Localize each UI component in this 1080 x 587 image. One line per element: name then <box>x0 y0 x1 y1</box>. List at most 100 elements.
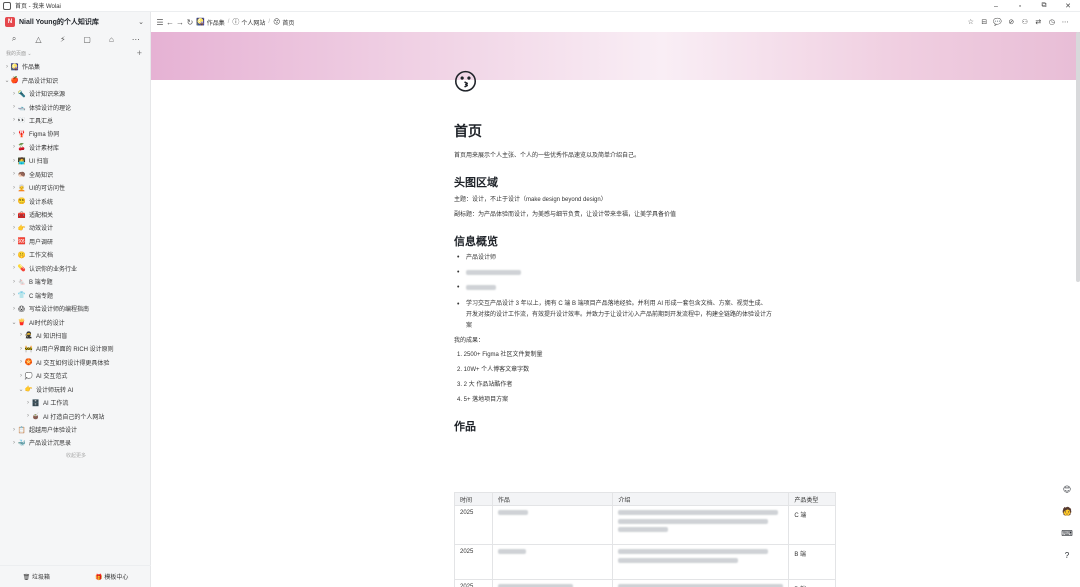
minimize-button[interactable]: – <box>984 0 1008 12</box>
menu-icon[interactable]: ☰ <box>156 18 164 27</box>
outline-icon[interactable]: ⊟ <box>978 16 992 28</box>
snap-button[interactable]: ⧉ <box>1032 0 1056 12</box>
list-item[interactable]: 2. 10W+ 个人博客文章字数 <box>454 366 839 374</box>
list-item[interactable]: 3. 2 大 作品站酷作者 <box>454 381 839 389</box>
table-cell[interactable]: 2025 <box>454 505 493 545</box>
collaborate-icon[interactable]: ⇄ <box>1032 16 1046 28</box>
table-cell[interactable] <box>491 544 614 580</box>
forward-icon[interactable]: → <box>176 18 184 27</box>
lightning-icon[interactable]: ⚡ <box>57 33 69 45</box>
comment-icon[interactable]: 💬 <box>991 16 1005 28</box>
table-row[interactable]: 2025 B 端 <box>454 544 836 580</box>
sidebar-item[interactable]: › 🧑‍🦳 UI的可访问性 <box>0 181 150 194</box>
list-item[interactable]: 4. 5+ 落地项目方案 <box>454 396 839 404</box>
sidebar-item[interactable]: › 🛥️ 体验设计的理论 <box>0 100 150 113</box>
close-button[interactable]: ✕ <box>1056 0 1080 12</box>
sidebar-item[interactable]: › 🐁 B 端专题 <box>0 275 150 288</box>
focus-icon[interactable]: ⊘ <box>1005 16 1019 28</box>
table-row[interactable]: 2025 C 端 <box>454 505 836 545</box>
sidebar-item[interactable]: › 🍒 设计素材库 <box>0 141 150 154</box>
sidebar-item[interactable]: › 💊 认识你的业务行业 <box>0 262 150 275</box>
table-cell[interactable]: B 端 <box>788 544 836 580</box>
history-icon[interactable]: ◷ <box>1045 16 1059 28</box>
sidebar-item[interactable]: › 🗄️ AI 工作流 <box>0 396 150 409</box>
sidebar-item[interactable]: › 🧑‍💻 UI 扫盲 <box>0 154 150 167</box>
sidebar-item[interactable]: › 👕 C 端专题 <box>0 288 150 301</box>
sidebar-item[interactable]: › 🧰 适配相关 <box>0 208 150 221</box>
sidebar-item[interactable]: › 🤫 工作文档 <box>0 248 150 261</box>
list-item[interactable] <box>454 269 839 277</box>
avatar[interactable]: 🧑 <box>1061 505 1073 517</box>
collapse-more-link[interactable]: 收起更多 <box>0 450 150 462</box>
assistant-icon[interactable]: 😊 <box>1061 483 1073 495</box>
sidebar-item[interactable]: › 🆘 用户调研 <box>0 235 150 248</box>
list-item[interactable] <box>454 284 839 292</box>
table-cell[interactable]: 2025 <box>454 544 493 580</box>
sidebar-item[interactable]: › 👉 动效设计 <box>0 221 150 234</box>
table-cell[interactable] <box>491 579 614 587</box>
template-center-button[interactable]: 🎁 模板中心 <box>95 572 128 581</box>
sidebar-item[interactable]: › 📋 超越用户体验设计 <box>0 423 150 436</box>
column-header[interactable]: 介绍 <box>612 492 790 506</box>
section-heading[interactable]: 作品 <box>454 420 839 434</box>
chevron-down-icon[interactable]: ⌄ <box>138 18 144 26</box>
breadcrumb-item[interactable]: 首页 <box>282 18 294 27</box>
sidebar-item[interactable]: › 🏵️ AI 交互如何设计得更具体验 <box>0 356 150 369</box>
back-icon[interactable]: ← <box>166 18 174 27</box>
table-cell[interactable] <box>612 544 790 580</box>
sidebar-item[interactable]: › 👀 工具汇总 <box>0 114 150 127</box>
sidebar-item[interactable]: › 🚧 AI用户界面的 RICH 设计原则 <box>0 342 150 355</box>
sidebar-item[interactable]: › 😱 写给设计师的编程指南 <box>0 302 150 315</box>
table-cell[interactable] <box>612 505 790 545</box>
sidebar-item[interactable]: › 🔦 设计知识来源 <box>0 87 150 100</box>
my-pages-section[interactable]: 我的页面 ⌄ + <box>0 46 150 60</box>
table-cell[interactable]: B 端 <box>788 579 836 587</box>
section-heading[interactable]: 信息概览 <box>454 235 839 249</box>
list-item[interactable]: 学习交互产品设计 3 年以上，拥有 C 端 B 端项目产品落地经验。并利用 AI… <box>454 299 772 332</box>
breadcrumb-item[interactable]: 个人网站 <box>241 18 265 27</box>
add-page-icon[interactable]: + <box>137 48 142 58</box>
home-icon[interactable]: ⌂ <box>105 33 117 45</box>
workspace-header[interactable]: N Niall Young的个人知识库 ⌄ <box>0 12 150 32</box>
table-cell[interactable] <box>491 505 614 545</box>
inbox-icon[interactable]: ▢ <box>81 33 93 45</box>
sidebar-item[interactable]: › 🎑 作品集 <box>0 60 150 73</box>
sidebar-item[interactable]: › 🧉 AI 打造自己的个人网站 <box>0 409 150 422</box>
list-item[interactable]: 1. 2500+ Figma 社区文件复制量 <box>454 351 839 359</box>
share-icon[interactable]: ⚇ <box>1018 16 1032 28</box>
achievements-label[interactable]: 我的成果： <box>454 337 839 345</box>
scrollbar[interactable] <box>1076 32 1080 282</box>
star-icon[interactable]: ☆ <box>964 16 978 28</box>
cover-image[interactable] <box>151 32 1080 80</box>
sidebar-item[interactable]: › 💭 AI 交互范式 <box>0 369 150 382</box>
help-icon[interactable]: ? <box>1061 549 1073 561</box>
graph-icon[interactable]: △ <box>32 33 44 45</box>
page-title[interactable]: 首页 <box>454 122 839 146</box>
table-cell[interactable] <box>612 579 790 587</box>
breadcrumb-item[interactable]: 作品集 <box>207 18 225 27</box>
search-icon[interactable]: ⌕ <box>8 33 20 45</box>
table-cell[interactable]: 2025 <box>454 579 493 587</box>
trash-button[interactable]: 🗑 垃圾箱 <box>23 572 50 581</box>
text-line[interactable]: 主题：设计，不止于设计（make design beyond design） <box>454 196 839 204</box>
sidebar-item[interactable]: ⌄ 👉 设计师玩转 AI <box>0 383 150 396</box>
more-icon[interactable]: ⋯ <box>1059 16 1073 28</box>
section-heading[interactable]: 头图区域 <box>454 176 839 190</box>
keyboard-icon[interactable]: ⌨ <box>1061 527 1073 539</box>
sidebar-item[interactable]: › 😵‍💫 设计系统 <box>0 194 150 207</box>
table-row[interactable]: 2025 B 端 <box>454 579 836 587</box>
sidebar-item[interactable]: › 🦞 Figma 协同 <box>0 127 150 140</box>
refresh-icon[interactable]: ↻ <box>186 18 194 27</box>
page-emoji-icon[interactable]: 😗 <box>453 68 483 98</box>
table-cell[interactable]: C 端 <box>788 505 836 545</box>
sidebar-item[interactable]: › 🦔 全局知识 <box>0 168 150 181</box>
sidebar-item[interactable]: ⌄ 🍎 产品设计知识 <box>0 73 150 86</box>
more-icon[interactable]: ⋯ <box>130 33 142 45</box>
restore-button[interactable]: ▫ <box>1008 0 1032 12</box>
text-line[interactable]: 副标题：为产品体验而设计，为美感与细节负责，让设计带来幸福，让美学具备价值 <box>454 211 839 219</box>
sidebar-item[interactable]: ⌄ 🍟 AI时代的设计 <box>0 315 150 328</box>
sidebar-item[interactable]: › 🥷 AI 知识扫盲 <box>0 329 150 342</box>
sidebar-item[interactable]: › 🐳 产品设计沉思录 <box>0 436 150 449</box>
column-header[interactable]: 作品 <box>491 492 614 506</box>
list-item[interactable]: 产品设计师 <box>454 254 839 262</box>
